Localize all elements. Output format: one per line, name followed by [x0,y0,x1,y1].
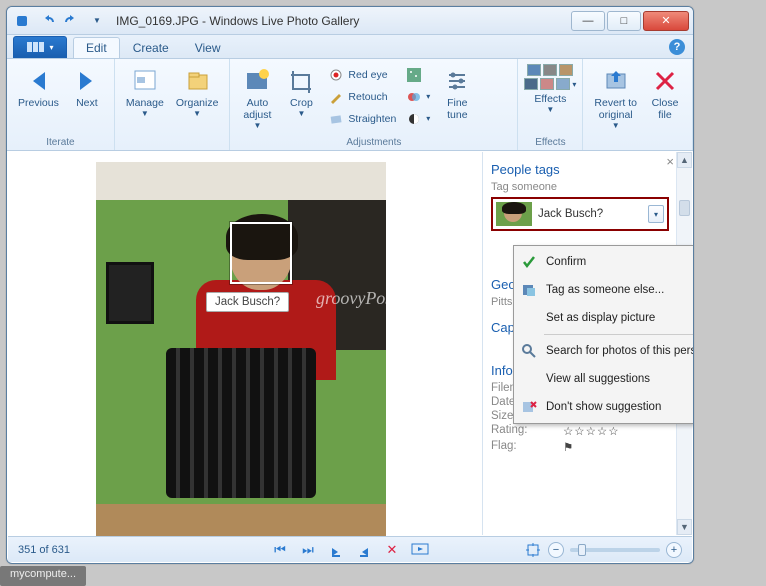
pane-close-icon[interactable]: × [666,154,674,169]
page-counter: 351 of 631 [18,544,70,556]
last-icon[interactable]: ⏭ [299,541,317,559]
rating-stars[interactable]: ☆☆☆☆☆ [563,424,620,438]
menu-dont-show[interactable]: Don't show suggestion [516,393,694,421]
zoom-in-button[interactable]: + [666,542,682,558]
color-button[interactable]: ▾ [402,86,434,107]
quick-access-toolbar: ▼ [11,11,108,31]
adjustment-extra: ▾ ▾ [402,62,434,129]
zoom-slider[interactable] [570,548,660,552]
group-iterate: Previous Next Iterate [7,59,115,150]
window-controls: — □ ✕ [569,11,689,31]
menu-confirm[interactable]: Confirm [516,248,694,276]
app-window: ▼ IMG_0169.JPG - Windows Live Photo Gall… [6,6,694,564]
redo-icon[interactable] [61,11,83,31]
fine-tune-button[interactable]: Fine tune [436,62,478,124]
first-icon[interactable]: ⏮ [271,541,289,559]
help-icon[interactable]: ? [669,39,685,55]
auto-adjust-button[interactable]: Auto adjust▼ [236,62,278,133]
ribbon-tabs: ▾ Edit Create View ? [7,35,693,59]
group-adjustments: Auto adjust▼ Crop▼ Red eye Retouch Strai… [230,59,518,150]
straighten-button[interactable]: Straighten [324,108,400,129]
exposure-button[interactable]: ▾ [402,108,434,129]
maximize-button[interactable]: □ [607,11,641,31]
group-manage: Manage▼ Organize▼ [115,59,231,150]
status-bar: 351 of 631 ⏮ ⏭ ✕ − + [8,536,692,562]
flag-icon[interactable]: ⚑ [563,440,573,454]
taskbar-item[interactable]: mycompute... [0,566,86,586]
close-file-button[interactable]: Close file [644,62,686,124]
scroll-up-icon[interactable]: ▲ [677,152,692,168]
titlebar: ▼ IMG_0169.JPG - Windows Live Photo Gall… [7,7,693,35]
tag-suggestion-row[interactable]: Jack Busch? ▾ [491,197,669,231]
crop-button[interactable]: Crop▼ [280,62,322,121]
photo-canvas: Jack Busch? groovyPost.com [8,152,482,535]
scroll-down-icon[interactable]: ▼ [677,519,692,535]
tab-view[interactable]: View [182,37,234,58]
tab-create[interactable]: Create [120,37,182,58]
tag-someone-link[interactable]: Tag someone [491,181,684,193]
rotate-right-icon[interactable] [355,541,373,559]
window-title: IMG_0169.JPG - Windows Live Photo Galler… [116,14,569,28]
retouch-button[interactable]: Retouch [324,86,400,107]
zoom-out-button[interactable]: − [548,542,564,558]
delete-icon[interactable]: ✕ [383,541,401,559]
red-eye-button[interactable]: Red eye [324,64,400,85]
menu-set-display-picture[interactable]: Set as display picture [516,304,694,332]
effects-swatches[interactable] [527,64,573,76]
tag-dropdown-button[interactable]: ▾ [648,205,664,223]
close-button[interactable]: ✕ [643,11,689,31]
people-tags-heading: People tags [491,162,684,177]
ribbon: Previous Next Iterate Manage▼ Organize▼ … [7,59,693,151]
playback-controls: ⏮ ⏭ ✕ [271,541,429,559]
group-effects: ▾ Effects▼ Effects [518,59,583,150]
fit-icon[interactable] [524,541,542,559]
scroll-thumb[interactable] [679,200,690,216]
tag-context-menu: Confirm Tag as someone else... Set as di… [513,245,694,424]
rotate-left-icon[interactable] [327,541,345,559]
qat-dropdown-icon[interactable]: ▼ [86,11,108,31]
tab-edit[interactable]: Edit [73,37,120,58]
previous-button[interactable]: Previous [13,62,64,112]
face-detection-box[interactable] [230,222,292,284]
undo-icon[interactable] [36,11,58,31]
menu-search-photos[interactable]: Search for photos of this person [516,337,694,365]
tag-thumbnail [496,202,532,226]
group-revert-close: Revert to original▼ Close file [583,59,693,150]
organize-button[interactable]: Organize▼ [171,62,224,121]
revert-button[interactable]: Revert to original▼ [589,62,642,133]
menu-view-all-suggestions[interactable]: View all suggestions [516,365,694,393]
effects-button[interactable]: Effects▼ [533,92,567,115]
photo[interactable]: Jack Busch? groovyPost.com [96,162,386,542]
qat-menu-icon[interactable] [11,11,33,31]
menu-tag-someone-else[interactable]: Tag as someone else... [516,276,694,304]
app-menu-button[interactable]: ▾ [13,36,67,58]
manage-button[interactable]: Manage▼ [121,62,169,121]
minimize-button[interactable]: — [571,11,605,31]
noise-button[interactable] [402,64,434,85]
face-tag-tooltip[interactable]: Jack Busch? [206,292,289,312]
slideshow-icon[interactable] [411,541,429,559]
next-button[interactable]: Next [66,62,108,112]
